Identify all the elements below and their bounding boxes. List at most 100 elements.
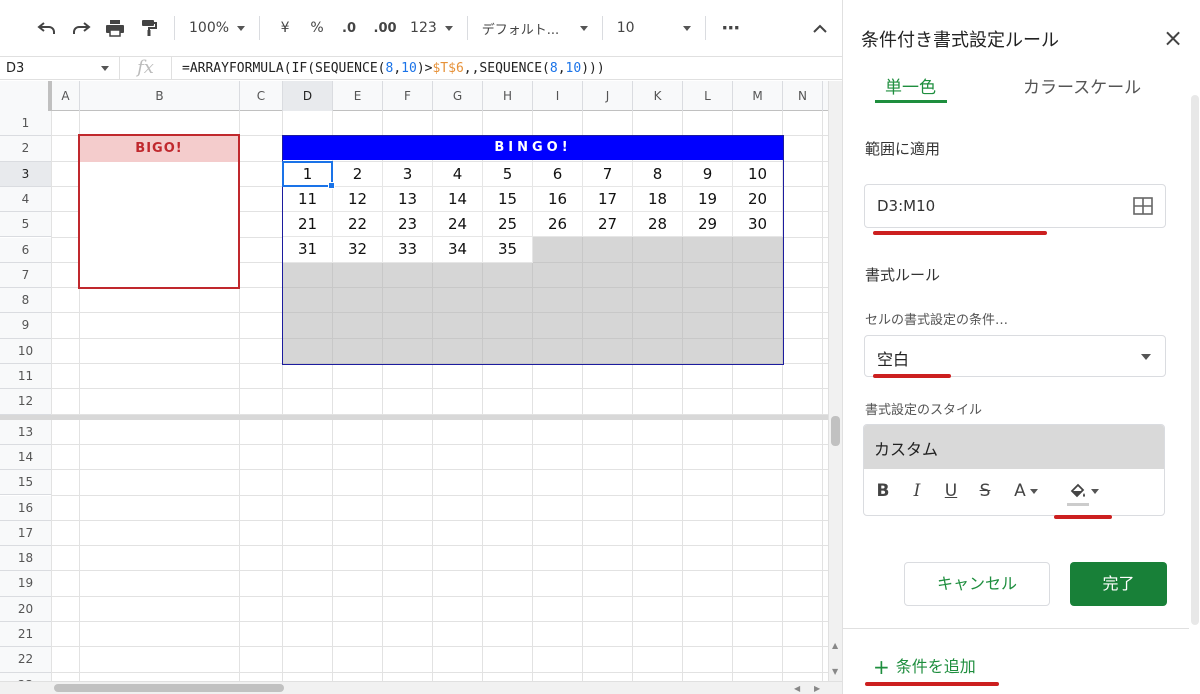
bingo-empty-cell[interactable]: [333, 313, 383, 339]
bingo-empty-cell[interactable]: [733, 313, 783, 339]
bingo-empty-cell[interactable]: [333, 262, 383, 289]
vertical-scrollbar-thumb[interactable]: [831, 416, 840, 446]
bingo-empty-cell[interactable]: [633, 237, 683, 263]
row-header[interactable]: 8: [0, 288, 52, 314]
bingo-empty-cell[interactable]: [583, 313, 633, 339]
bingo-number-cell[interactable]: 3: [383, 161, 433, 187]
zoom-select[interactable]: 100%: [183, 13, 251, 43]
row-header[interactable]: 7: [0, 262, 52, 289]
bingo-empty-cell[interactable]: [733, 338, 783, 364]
row-header[interactable]: 13: [0, 419, 52, 445]
column-header[interactable]: D: [283, 81, 333, 111]
bingo-number-cell[interactable]: 2: [333, 161, 383, 187]
bingo-number-cell[interactable]: 7: [583, 161, 633, 187]
bingo-empty-cell[interactable]: [583, 338, 633, 364]
bingo-number-cell[interactable]: 19: [683, 186, 733, 213]
bingo-number-cell[interactable]: 29: [683, 212, 733, 238]
bingo-number-cell[interactable]: 10: [733, 161, 783, 187]
bingo-empty-cell[interactable]: [633, 338, 683, 364]
panel-scrollbar[interactable]: [1191, 95, 1199, 625]
add-condition-button[interactable]: + 条件を追加: [873, 653, 976, 679]
bingo-number-cell[interactable]: 8: [633, 161, 683, 187]
increase-decimal-button[interactable]: .00: [366, 13, 404, 43]
bingo-number-cell[interactable]: 30: [733, 212, 783, 238]
underline-button[interactable]: U: [938, 481, 964, 501]
sheet-grid[interactable]: ABCDEFGHIJKLMN 1 2 3 4 5 6 7 8 9 10 11 12 13 14 15 16 17…: [0, 81, 828, 681]
bingo-number-cell[interactable]: 16: [533, 186, 583, 213]
bingo-number-cell[interactable]: 24: [433, 212, 483, 238]
fill-color-button[interactable]: [1064, 481, 1104, 506]
bingo-empty-cell[interactable]: [433, 262, 483, 289]
more-icon[interactable]: ⋯: [714, 13, 748, 43]
bingo-number-cell[interactable]: 9: [683, 161, 733, 187]
row-header[interactable]: 12: [0, 389, 52, 415]
select-all-corner[interactable]: [0, 81, 52, 111]
row-header[interactable]: 11: [0, 364, 52, 390]
bingo-empty-cell[interactable]: [283, 313, 333, 339]
bingo-empty-cell[interactable]: [533, 237, 583, 263]
close-icon[interactable]: ×: [1163, 26, 1183, 50]
bingo-empty-cell[interactable]: [283, 262, 333, 289]
undo-icon[interactable]: [30, 13, 64, 43]
scroll-down-icon[interactable]: ▼: [832, 667, 838, 676]
formula-input[interactable]: =ARRAYFORMULA(IF(SEQUENCE(8,10)>$T$6,,SE…: [172, 61, 605, 76]
text-color-button[interactable]: A: [1006, 481, 1046, 501]
row-header[interactable]: 1: [0, 111, 52, 137]
bingo-empty-cell[interactable]: [533, 313, 583, 339]
row-header[interactable]: 6: [0, 237, 52, 263]
bingo-number-cell[interactable]: 20: [733, 186, 783, 213]
bingo-number-cell[interactable]: 14: [433, 186, 483, 213]
font-select[interactable]: デフォルト...: [476, 13, 594, 43]
row-header[interactable]: 16: [0, 495, 52, 521]
bingo-number-cell[interactable]: 17: [583, 186, 633, 213]
bigo-box[interactable]: BIGO!: [78, 134, 240, 290]
bingo-empty-cell[interactable]: [733, 237, 783, 263]
bingo-number-cell[interactable]: 21: [283, 212, 333, 238]
row-header[interactable]: 3: [0, 161, 52, 187]
row-header[interactable]: 20: [0, 596, 52, 622]
bingo-number-cell[interactable]: 25: [483, 212, 533, 238]
bingo-empty-cell[interactable]: [483, 288, 533, 314]
column-header[interactable]: L: [683, 81, 733, 111]
decrease-decimal-button[interactable]: .0: [332, 13, 366, 43]
bingo-empty-cell[interactable]: [433, 338, 483, 364]
bingo-empty-cell[interactable]: [633, 313, 683, 339]
range-input[interactable]: D3:M10: [864, 184, 1166, 228]
bingo-empty-cell[interactable]: [483, 313, 533, 339]
bingo-empty-cell[interactable]: [583, 237, 633, 263]
row-header[interactable]: 23: [0, 672, 52, 681]
bingo-empty-cell[interactable]: [383, 262, 433, 289]
horizontal-scrollbar[interactable]: ◀ ▶: [0, 681, 842, 694]
bingo-empty-cell[interactable]: [383, 338, 433, 364]
row-header[interactable]: 22: [0, 647, 52, 673]
bingo-empty-cell[interactable]: [283, 338, 333, 364]
column-header[interactable]: B: [80, 81, 240, 111]
bold-button[interactable]: B: [870, 481, 896, 501]
bingo-number-cell[interactable]: 34: [433, 237, 483, 263]
currency-format-button[interactable]: ¥: [268, 13, 302, 43]
bingo-number-cell[interactable]: 12: [333, 186, 383, 213]
bingo-empty-cell[interactable]: [733, 262, 783, 289]
tab-color-scale[interactable]: カラースケール: [1023, 73, 1141, 98]
bingo-number-cell[interactable]: 26: [533, 212, 583, 238]
bingo-empty-cell[interactable]: [633, 288, 683, 314]
bingo-empty-cell[interactable]: [683, 313, 733, 339]
condition-select[interactable]: 空白: [864, 335, 1166, 377]
bingo-empty-cell[interactable]: [733, 288, 783, 314]
bingo-empty-cell[interactable]: [583, 288, 633, 314]
column-header[interactable]: C: [240, 81, 283, 111]
number-format-select[interactable]: 123: [404, 13, 459, 43]
column-header[interactable]: G: [433, 81, 483, 111]
bingo-empty-cell[interactable]: [683, 237, 733, 263]
row-header[interactable]: 17: [0, 520, 52, 547]
row-header[interactable]: 15: [0, 470, 52, 496]
done-button[interactable]: 完了: [1070, 562, 1167, 606]
horizontal-scrollbar-thumb[interactable]: [54, 684, 284, 692]
paint-format-icon[interactable]: [132, 13, 166, 43]
font-size-select[interactable]: 10: [611, 13, 697, 43]
row-header[interactable]: 2: [0, 136, 52, 162]
bingo-empty-cell[interactable]: [533, 288, 583, 314]
bingo-empty-cell[interactable]: [583, 262, 633, 289]
bingo-empty-cell[interactable]: [533, 262, 583, 289]
row-header[interactable]: 4: [0, 186, 52, 213]
